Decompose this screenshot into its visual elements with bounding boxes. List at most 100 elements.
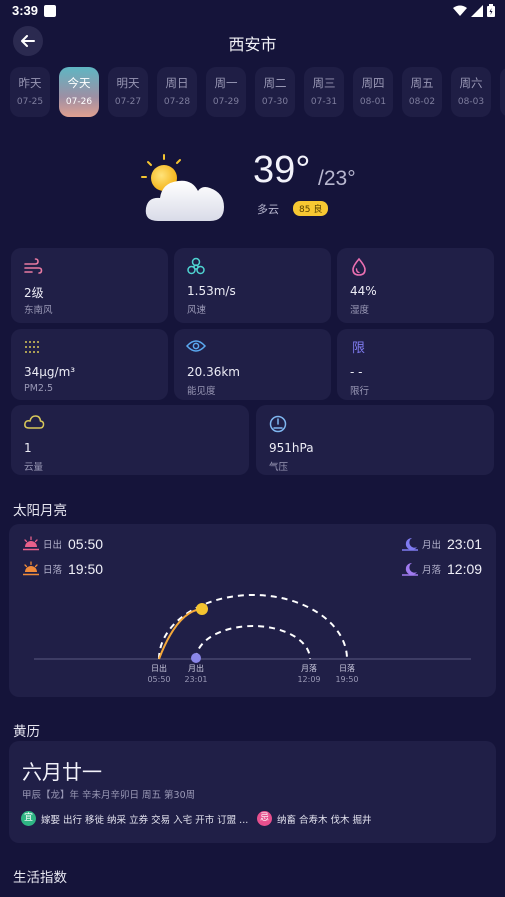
visibility-label: 能见度	[187, 386, 216, 397]
date-date-label: 07-25	[16, 97, 44, 107]
date-item[interactable]: 今天 07-26	[59, 67, 99, 117]
aqi-badge[interactable]: 85 良	[293, 201, 329, 216]
life-index-title: 生活指数	[13, 870, 67, 886]
weather-condition: 多云	[257, 203, 279, 216]
pm25-card[interactable]: 34μg/m³ PM2.5	[11, 329, 168, 400]
date-day-label: 周一	[214, 76, 238, 90]
restriction-value: - -	[350, 365, 363, 379]
moon-marker	[191, 653, 201, 663]
date-date-label: 08-03	[457, 97, 485, 107]
humidity-label: 湿度	[350, 305, 370, 316]
date-date-label: 07-27	[114, 97, 142, 107]
droplet-icon	[352, 257, 366, 276]
wind-speed-value: 1.53m/s	[187, 284, 236, 298]
visibility-card[interactable]: 20.36km 能见度	[174, 329, 331, 400]
lunar-date: 六月廿一	[22, 760, 102, 784]
huangli-title: 黄历	[13, 724, 40, 740]
status-icons	[453, 4, 495, 17]
temperature-high: 39°	[253, 149, 311, 191]
date-day-label: 周二	[263, 76, 287, 90]
humidity-value: 44%	[350, 284, 377, 298]
cloud-value: 1	[24, 441, 32, 455]
yi-badge: 宜	[21, 811, 36, 826]
signal-icon	[471, 4, 483, 17]
cloud-icon	[24, 415, 45, 429]
weather-summary: 39° /23° 多云 85 良	[0, 145, 505, 225]
date-day-label: 周三	[312, 76, 336, 90]
axis-moonset-time: 12:09	[297, 675, 320, 684]
ji-row: 忌 纳畜 合寿木 伐木 掘井	[257, 811, 372, 826]
date-item[interactable]: 周五 08-02	[402, 67, 442, 117]
date-item[interactable]: 明天 07-27	[108, 67, 148, 117]
pressure-label: 气压	[269, 462, 289, 473]
sun-moon-title: 太阳月亮	[13, 503, 67, 519]
pm25-value: 34μg/m³	[24, 365, 76, 379]
wind-direction-label: 东南风	[24, 305, 53, 316]
axis-sunset-label: 日落	[339, 663, 355, 673]
wifi-icon	[453, 5, 467, 16]
date-day-label: 周五	[410, 76, 434, 90]
date-item[interactable]: 周二 07-30	[255, 67, 295, 117]
temperature-low: /23°	[318, 167, 356, 190]
date-item[interactable]	[500, 67, 505, 117]
restriction-label: 限行	[350, 386, 370, 397]
battery-icon	[487, 4, 495, 17]
date-day-label: 周日	[165, 76, 189, 90]
date-item[interactable]: 周一 07-29	[206, 67, 246, 117]
fan-icon	[187, 257, 205, 275]
date-day-label: 周六	[459, 76, 483, 90]
notification-icon	[44, 5, 56, 17]
wind-speed-card[interactable]: 1.53m/s 风速	[174, 248, 331, 323]
cloud-card[interactable]: 1 云量	[11, 405, 249, 475]
date-date-label: 08-02	[408, 97, 436, 107]
axis-sunrise-time: 05:50	[147, 675, 170, 684]
date-date-label: 07-31	[310, 97, 338, 107]
partly-cloudy-icon	[141, 154, 224, 221]
humidity-card[interactable]: 44% 湿度	[337, 248, 494, 323]
date-date-label: 07-30	[261, 97, 289, 107]
huangli-card[interactable]: 六月廿一 甲辰【龙】年 辛未月辛卯日 周五 第30周 宜 嫁娶 出行 移徙 纳采…	[9, 741, 496, 843]
date-item[interactable]: 昨天 07-25	[10, 67, 50, 117]
date-day-label: 今天	[67, 76, 91, 90]
ji-badge: 忌	[257, 811, 272, 826]
date-strip: 昨天 07-25 今天 07-26 明天 07-27 周日 07-28 周一 07-29 周二 07-…	[10, 67, 505, 117]
restriction-card[interactable]: 限 - - 限行	[337, 329, 494, 400]
status-bar: 3:39	[0, 0, 505, 24]
header: 西安市	[0, 24, 505, 58]
ji-text: 纳畜 合寿木 伐木 掘井	[277, 814, 372, 826]
pressure-value: 951hPa	[269, 441, 314, 455]
axis-moonrise-time: 23:01	[184, 675, 207, 684]
wind-speed-label: 风速	[187, 305, 207, 316]
dust-icon	[25, 341, 41, 353]
visibility-value: 20.36km	[187, 365, 240, 379]
date-day-label: 昨天	[18, 76, 42, 90]
pm25-label: PM2.5	[24, 383, 54, 394]
wind-level-card[interactable]: 2级 东南风	[11, 248, 168, 323]
pressure-card[interactable]: 951hPa 气压	[256, 405, 494, 475]
date-date-label: 07-28	[163, 97, 191, 107]
yi-text: 嫁娶 出行 移徙 纳采 立券 交易 入宅 开市 订盟 ...	[41, 814, 249, 826]
date-day-label: 明天	[116, 76, 140, 90]
ganzhi-text: 甲辰【龙】年 辛未月辛卯日 周五 第30周	[22, 790, 196, 801]
moon-arc-path	[195, 625, 311, 660]
date-item[interactable]: 周四 08-01	[353, 67, 393, 117]
axis-moonrise-label: 月出	[188, 663, 204, 673]
date-date-label: 07-26	[65, 97, 93, 107]
date-date-label: 07-29	[212, 97, 240, 107]
status-time: 3:39	[12, 3, 39, 18]
sun-moon-card: 日出 05:50 日落 19:50 月出 23:01 月落 12:09 日出 0…	[9, 524, 496, 697]
date-day-label: 周四	[361, 76, 385, 90]
eye-icon	[186, 340, 206, 352]
restriction-icon: 限	[352, 341, 366, 356]
date-item[interactable]: 周六 08-03	[451, 67, 491, 117]
cloud-label: 云量	[24, 462, 44, 473]
sun-moon-arc-chart: 日出 05:50 月出 23:01 月落 12:09 日落 19:50	[34, 594, 471, 684]
axis-moonset-label: 月落	[301, 663, 317, 673]
city-title: 西安市	[228, 35, 277, 54]
date-item[interactable]: 周日 07-28	[157, 67, 197, 117]
wind-icon	[24, 258, 43, 274]
gauge-icon	[269, 415, 287, 433]
axis-sunrise-label: 日出	[151, 663, 167, 673]
date-date-label: 08-01	[359, 97, 387, 107]
date-item[interactable]: 周三 07-31	[304, 67, 344, 117]
